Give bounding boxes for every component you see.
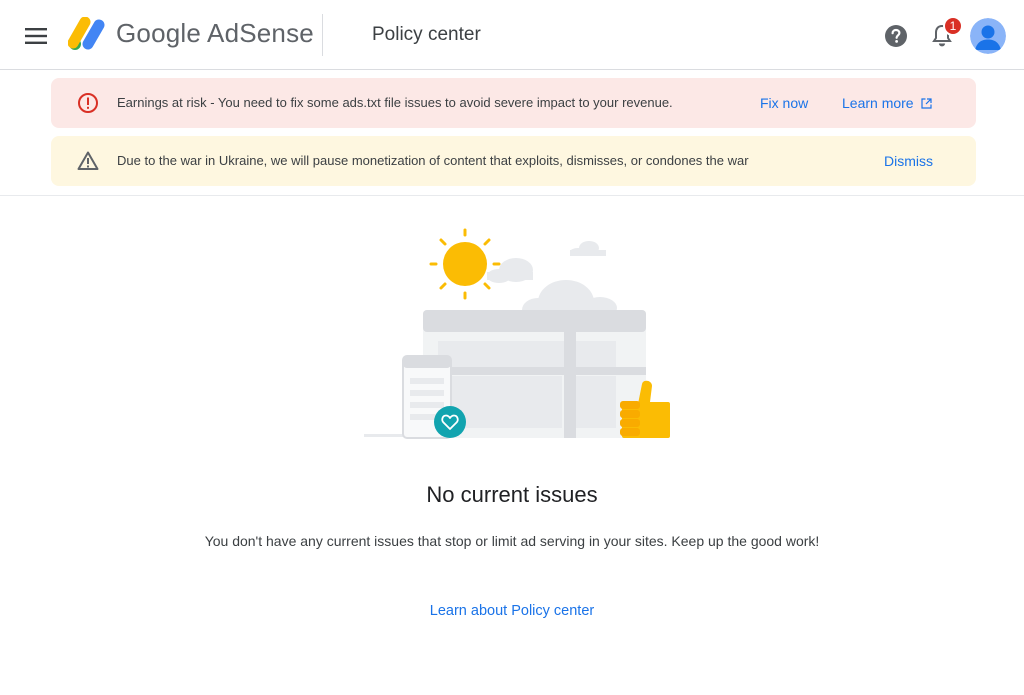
learn-about-policy-center-link[interactable]: Learn about Policy center (430, 603, 594, 619)
notice-message: Due to the war in Ukraine, we will pause… (117, 153, 749, 168)
empty-state-title: No current issues (426, 482, 598, 507)
account-avatar[interactable] (970, 18, 1006, 54)
learn-more-link[interactable]: Learn more (842, 95, 933, 111)
adsense-logo-icon (68, 17, 105, 50)
help-icon[interactable] (883, 23, 909, 49)
error-circle-icon (78, 93, 98, 113)
ads-txt-alert-banner: Earnings at risk - You need to fix some … (51, 78, 976, 128)
empty-state-description: You don't have any current issues that s… (204, 533, 820, 549)
menu-icon (25, 28, 47, 44)
warning-triangle-icon (77, 151, 99, 170)
no-issues-illustration (364, 228, 670, 439)
main-menu-button[interactable] (20, 20, 52, 52)
learn-more-label: Learn more (842, 95, 914, 111)
alert-message: Earnings at risk - You need to fix some … (117, 95, 673, 110)
page-title: Policy center (372, 24, 481, 45)
notification-badge: 1 (943, 16, 963, 36)
sun-icon (429, 228, 501, 300)
brand-name: Google AdSense (116, 18, 314, 48)
header-divider (322, 14, 323, 56)
top-app-bar: Google AdSense Policy center 1 (0, 0, 1024, 70)
fix-now-link[interactable]: Fix now (760, 95, 808, 111)
ukraine-notice-banner: Due to the war in Ukraine, we will pause… (51, 136, 976, 186)
content-divider (0, 195, 1024, 196)
heart-badge-icon (434, 406, 466, 438)
dismiss-button[interactable]: Dismiss (884, 153, 933, 169)
learn-about-policy-center-row: Learn about Policy center (0, 602, 1024, 620)
open-in-new-icon (921, 98, 933, 109)
